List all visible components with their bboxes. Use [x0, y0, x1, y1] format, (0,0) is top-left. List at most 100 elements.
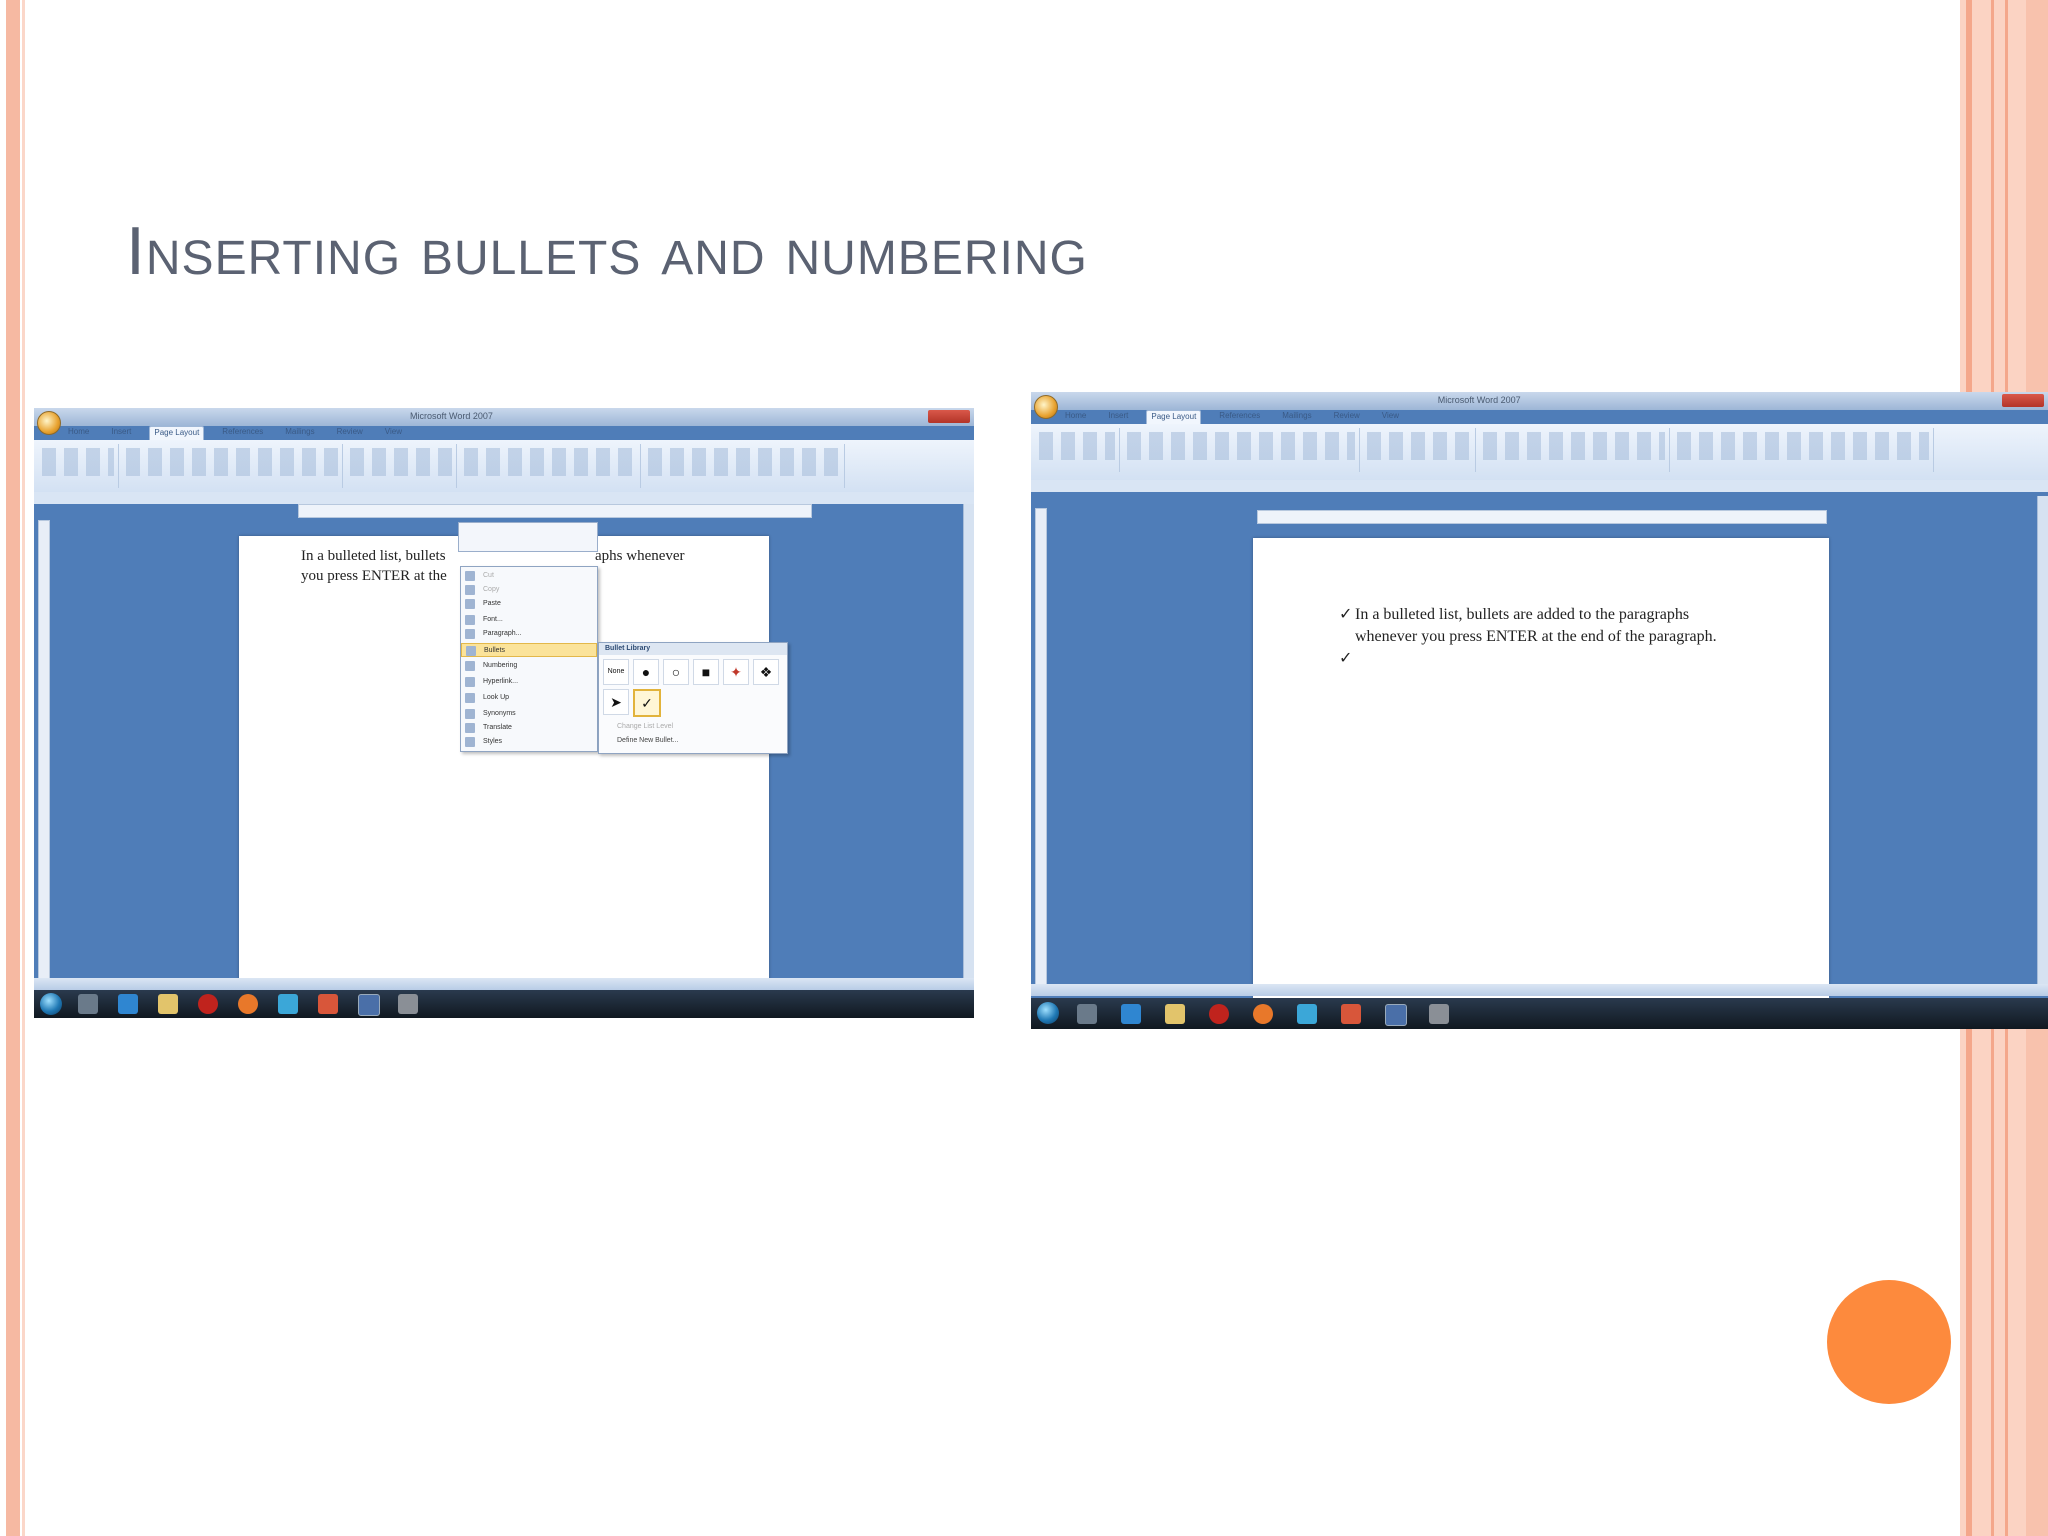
window-title: Microsoft Word 2007 [1437, 395, 1521, 405]
menu-item-synonyms[interactable]: Synonyms [461, 707, 597, 721]
bullet-library-submenu: Bullet Library None ● ○ ■ ✦ ❖ ➤ ✓ Change… [598, 642, 788, 754]
change-list-level-link[interactable]: Change List Level [617, 723, 673, 730]
ribbon-group-page-background[interactable] [346, 444, 457, 488]
tab-mailings[interactable]: Mailings [1278, 410, 1315, 424]
vertical-ruler[interactable] [38, 520, 50, 982]
menu-item-translate[interactable]: Translate [461, 721, 597, 735]
bullet-option-star[interactable]: ✦ [723, 659, 749, 685]
document-text-line1: In a bulleted list, bullets [301, 548, 446, 564]
app-icon[interactable] [398, 994, 418, 1014]
menu-item-bullets[interactable]: Bullets [461, 643, 597, 657]
opera-icon[interactable] [198, 994, 218, 1014]
internet-explorer-icon[interactable] [1121, 1004, 1141, 1024]
tab-page-layout[interactable]: Page Layout [1146, 410, 1202, 424]
status-bar [1031, 984, 2048, 996]
vertical-ruler[interactable] [1035, 508, 1047, 990]
bullet-option-arrow[interactable]: ➤ [603, 689, 629, 715]
tab-home[interactable]: Home [1061, 410, 1090, 424]
ribbon-group-themes[interactable] [1035, 428, 1120, 472]
menu-item-numbering[interactable]: Numbering [461, 659, 597, 673]
ribbon-group-themes[interactable] [38, 444, 119, 488]
firefox-icon[interactable] [238, 994, 258, 1014]
office-button-icon[interactable] [37, 411, 61, 435]
window-controls[interactable] [2002, 394, 2044, 407]
media-player-icon[interactable] [1077, 1004, 1097, 1024]
tab-references[interactable]: References [1215, 410, 1264, 424]
menu-item-hyperlink[interactable]: Hyperlink... [461, 675, 597, 689]
window-controls[interactable] [928, 410, 970, 423]
define-new-bullet-link[interactable]: Define New Bullet... [617, 737, 678, 744]
tab-insert[interactable]: Insert [1104, 410, 1132, 424]
bullet-option-square[interactable]: ■ [693, 659, 719, 685]
mini-formatting-toolbar[interactable] [458, 522, 598, 552]
folder-icon[interactable] [158, 994, 178, 1014]
screenshot-word-bulleted-text: Microsoft Word 2007 Home Insert Page Lay… [1031, 392, 2048, 1029]
ribbon-group-arrange[interactable] [1673, 428, 1934, 472]
tab-review[interactable]: Review [1330, 410, 1364, 424]
word-icon[interactable] [358, 994, 380, 1016]
document-page[interactable]: ✓ In a bulleted list, bullets are added … [1253, 538, 1829, 998]
slide-title: Inserting bullets and numbering [126, 213, 1088, 289]
powerpoint-icon[interactable] [1341, 1004, 1361, 1024]
ribbon-group-page-setup[interactable] [1123, 428, 1360, 472]
menu-item-styles[interactable]: Styles [461, 735, 597, 749]
ribbon-group-arrange[interactable] [644, 444, 845, 488]
menu-item-paragraph[interactable]: Paragraph... [461, 627, 597, 641]
bullet-option-checkmark[interactable]: ✓ [633, 689, 661, 717]
menu-item-copy[interactable]: Copy [461, 583, 597, 597]
office-button-icon[interactable] [1034, 395, 1058, 419]
bullet-option-hollow-circle[interactable]: ○ [663, 659, 689, 685]
skype-icon[interactable] [1297, 1004, 1317, 1024]
tab-mailings[interactable]: Mailings [281, 426, 318, 440]
status-bar [34, 978, 974, 990]
horizontal-ruler[interactable] [298, 504, 812, 518]
folder-icon[interactable] [1165, 1004, 1185, 1024]
internet-explorer-icon[interactable] [118, 994, 138, 1014]
quick-access-toolbar[interactable] [34, 492, 974, 504]
tab-page-layout[interactable]: Page Layout [149, 426, 205, 440]
word-title-bar: Microsoft Word 2007 [1031, 392, 2048, 410]
menu-item-look-up[interactable]: Look Up [461, 691, 597, 705]
word-icon[interactable] [1385, 1004, 1407, 1026]
tab-references[interactable]: References [218, 426, 267, 440]
vertical-scrollbar[interactable] [2037, 496, 2048, 996]
tab-review[interactable]: Review [333, 426, 367, 440]
word-title-bar: Microsoft Word 2007 [34, 408, 974, 426]
tab-view[interactable]: View [1378, 410, 1403, 424]
app-icon[interactable] [1429, 1004, 1449, 1024]
context-menu: Cut Copy Paste Font... Paragraph... Bull… [460, 566, 598, 752]
quick-access-toolbar[interactable] [1031, 480, 2048, 492]
menu-item-cut[interactable]: Cut [461, 569, 597, 583]
bullet-option-diamond[interactable]: ❖ [753, 659, 779, 685]
ribbon-group-page-setup[interactable] [122, 444, 343, 488]
window-title: Microsoft Word 2007 [410, 411, 493, 421]
powerpoint-icon[interactable] [318, 994, 338, 1014]
bullet-option-none[interactable]: None [603, 659, 629, 685]
windows-taskbar [34, 990, 974, 1018]
ribbon-group-paragraph[interactable] [460, 444, 641, 488]
firefox-icon[interactable] [1253, 1004, 1273, 1024]
start-button-icon[interactable] [40, 993, 62, 1015]
menu-item-paste[interactable]: Paste [461, 597, 597, 611]
document-text-line1: In a bulleted list, bullets are added to… [1355, 606, 1690, 623]
ribbon-group-paragraph[interactable] [1479, 428, 1670, 472]
skype-icon[interactable] [278, 994, 298, 1014]
tab-insert[interactable]: Insert [107, 426, 135, 440]
media-player-icon[interactable] [78, 994, 98, 1014]
start-button-icon[interactable] [1037, 1002, 1059, 1024]
ribbon-tabs: Home Insert Page Layout References Maili… [1061, 410, 2048, 424]
ribbon-tabs: Home Insert Page Layout References Maili… [64, 426, 974, 440]
bullet-library-title: Bullet Library [599, 643, 787, 655]
bullet-option-filled-circle[interactable]: ● [633, 659, 659, 685]
horizontal-ruler[interactable] [1257, 510, 1827, 524]
document-text-line1-tail: aphs whenever [595, 548, 685, 564]
left-stripe-thin [22, 0, 25, 1536]
menu-item-font[interactable]: Font... [461, 613, 597, 627]
vertical-scrollbar[interactable] [963, 504, 974, 984]
document-text-line2: you press ENTER at the [301, 568, 447, 584]
tab-view[interactable]: View [381, 426, 406, 440]
tab-home[interactable]: Home [64, 426, 93, 440]
ribbon-group-page-background[interactable] [1363, 428, 1476, 472]
ribbon [1031, 424, 2048, 481]
opera-icon[interactable] [1209, 1004, 1229, 1024]
